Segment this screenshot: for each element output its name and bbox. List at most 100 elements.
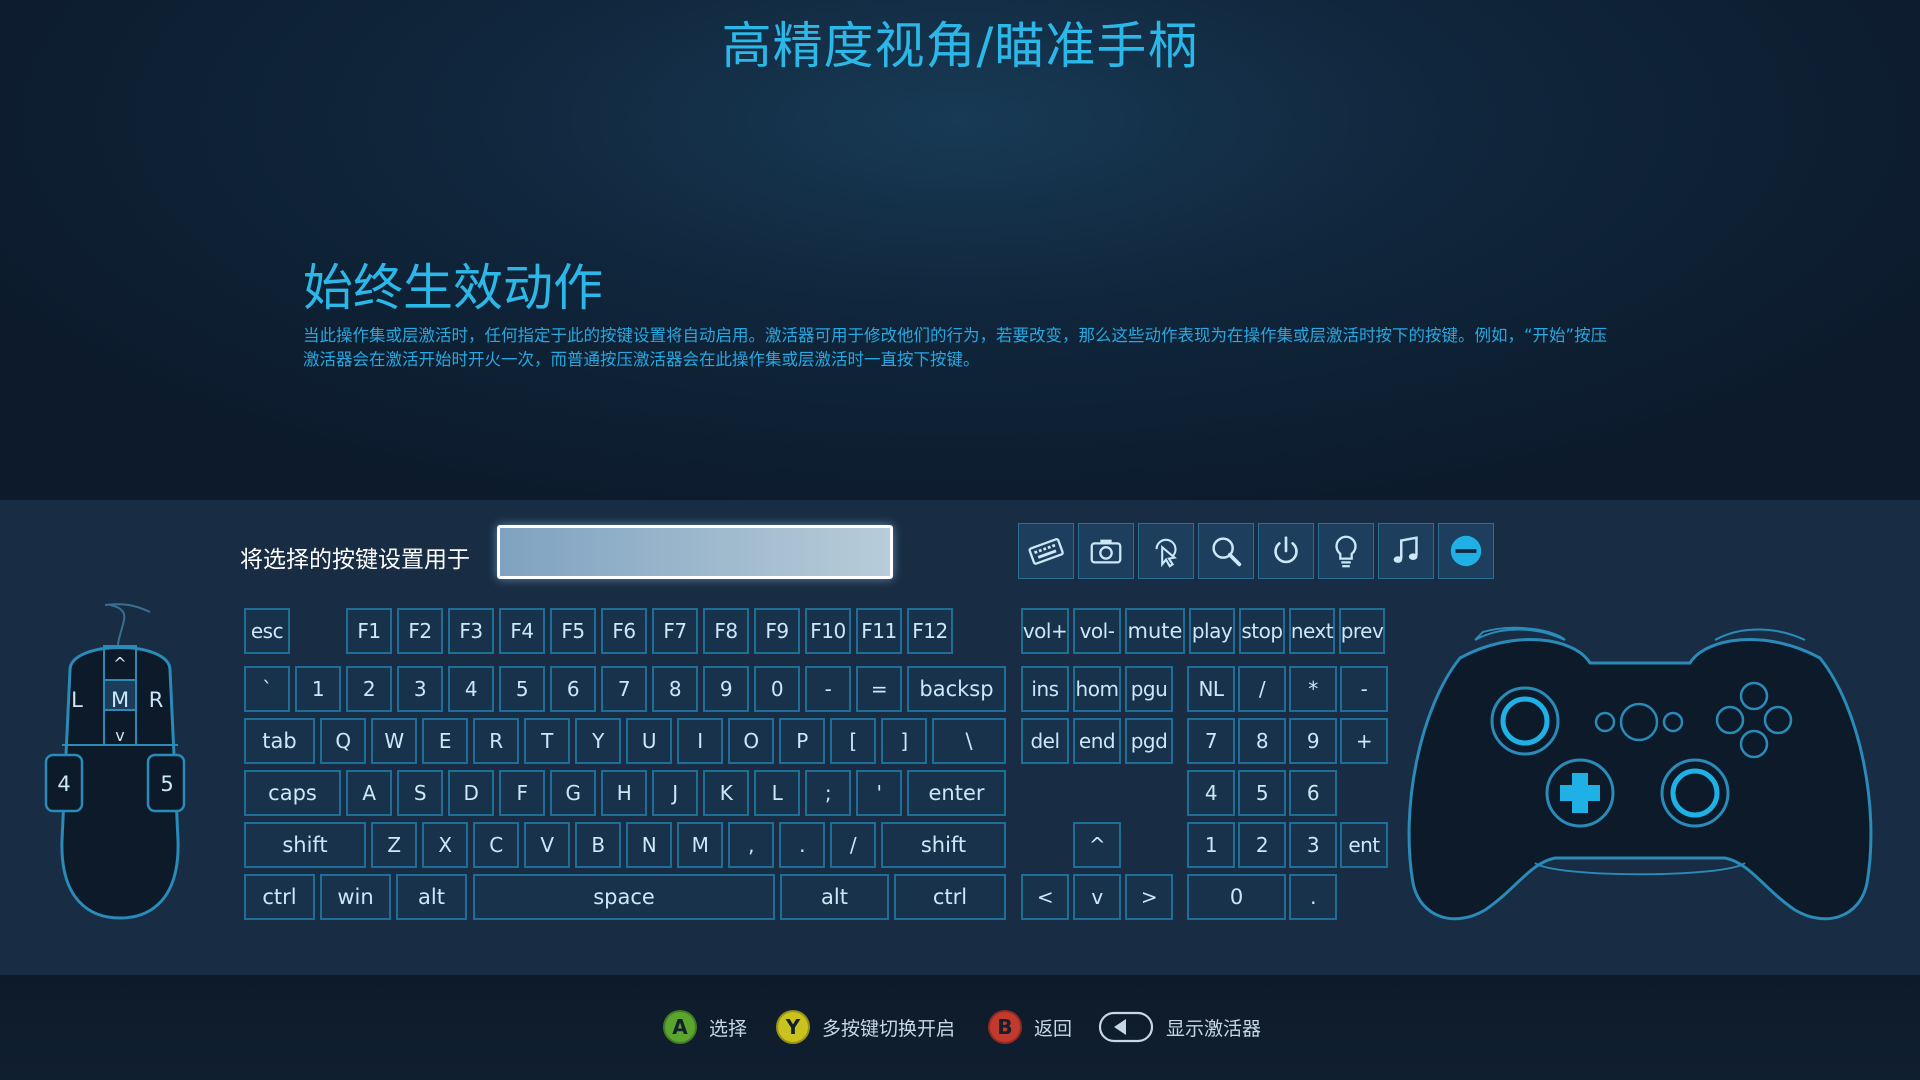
mouse-right-button[interactable]: R — [144, 680, 168, 720]
key-j[interactable]: J — [652, 770, 698, 816]
key-pgdn[interactable]: pgd — [1125, 718, 1173, 764]
key-numlock[interactable]: NL — [1187, 666, 1235, 712]
key-stop[interactable]: stop — [1239, 608, 1285, 654]
key-voldown[interactable]: vol- — [1073, 608, 1121, 654]
key-period[interactable]: . — [779, 822, 825, 868]
key-backsp[interactable]: backsp — [907, 666, 1006, 712]
mouse-wheel-up[interactable]: ^ — [106, 648, 134, 678]
key-k[interactable]: K — [703, 770, 749, 816]
key-home[interactable]: hom — [1073, 666, 1121, 712]
key-f12[interactable]: F12 — [907, 608, 953, 654]
key-del[interactable]: del — [1021, 718, 1069, 764]
key-s[interactable]: S — [397, 770, 443, 816]
key-np3[interactable]: 3 — [1289, 822, 1337, 868]
legend-lb[interactable]: 显示激活器 — [1098, 1009, 1261, 1045]
key-f8[interactable]: F8 — [703, 608, 749, 654]
key-t[interactable]: T — [524, 718, 570, 764]
key-n2[interactable]: 2 — [346, 666, 392, 712]
key-backslash[interactable]: \ — [932, 718, 1006, 764]
key-b[interactable]: B — [575, 822, 621, 868]
mouse-pointer-icon[interactable] — [1138, 523, 1194, 579]
key-n5[interactable]: 5 — [499, 666, 545, 712]
key-space[interactable]: space — [473, 874, 775, 920]
key-np2[interactable]: 2 — [1238, 822, 1286, 868]
key-rbracket[interactable]: ] — [881, 718, 927, 764]
key-np1[interactable]: 1 — [1187, 822, 1235, 868]
key-f5[interactable]: F5 — [550, 608, 596, 654]
key-np4[interactable]: 4 — [1187, 770, 1235, 816]
key-x[interactable]: X — [422, 822, 468, 868]
key-equal[interactable]: = — [856, 666, 902, 712]
key-np6[interactable]: 6 — [1289, 770, 1337, 816]
key-a[interactable]: A — [346, 770, 392, 816]
key-n4[interactable]: 4 — [448, 666, 494, 712]
key-d[interactable]: D — [448, 770, 494, 816]
key-z[interactable]: Z — [371, 822, 417, 868]
keyboard-icon[interactable] — [1018, 523, 1074, 579]
key-n0[interactable]: 0 — [754, 666, 800, 712]
key-caps[interactable]: caps — [244, 770, 341, 816]
key-f9[interactable]: F9 — [754, 608, 800, 654]
key-lshift[interactable]: shift — [244, 822, 366, 868]
key-left[interactable]: < — [1021, 874, 1069, 920]
key-n3[interactable]: 3 — [397, 666, 443, 712]
key-pgup[interactable]: pgu — [1125, 666, 1173, 712]
key-h[interactable]: H — [601, 770, 647, 816]
key-v[interactable]: V — [524, 822, 570, 868]
key-down[interactable]: v — [1073, 874, 1121, 920]
key-l[interactable]: L — [754, 770, 800, 816]
power-icon[interactable] — [1258, 523, 1314, 579]
key-f7[interactable]: F7 — [652, 608, 698, 654]
music-icon[interactable] — [1378, 523, 1434, 579]
key-ins[interactable]: ins — [1021, 666, 1069, 712]
key-end[interactable]: end — [1073, 718, 1121, 764]
key-rctrl[interactable]: ctrl — [894, 874, 1006, 920]
legend-y[interactable]: Y 多按键切换开启 — [776, 1009, 955, 1045]
key-quote[interactable]: ' — [856, 770, 902, 816]
assign-binding-field[interactable] — [497, 525, 893, 579]
key-n6[interactable]: 6 — [550, 666, 596, 712]
legend-a[interactable]: A 选择 — [663, 1009, 747, 1045]
key-r[interactable]: R — [473, 718, 519, 764]
key-enter[interactable]: enter — [907, 770, 1006, 816]
key-f1[interactable]: F1 — [346, 608, 392, 654]
key-o[interactable]: O — [728, 718, 774, 764]
key-lbracket[interactable]: [ — [830, 718, 876, 764]
key-npdot[interactable]: . — [1289, 874, 1337, 920]
key-grave[interactable]: ` — [244, 666, 290, 712]
mouse-button-4[interactable]: 4 — [47, 764, 81, 804]
key-semicolon[interactable]: ; — [805, 770, 851, 816]
key-up[interactable]: ^ — [1073, 822, 1121, 868]
key-tab[interactable]: tab — [244, 718, 315, 764]
key-win[interactable]: win — [320, 874, 391, 920]
key-n1[interactable]: 1 — [295, 666, 341, 712]
key-y[interactable]: Y — [575, 718, 621, 764]
key-f[interactable]: F — [499, 770, 545, 816]
key-right[interactable]: > — [1125, 874, 1173, 920]
key-mute[interactable]: mute — [1125, 608, 1185, 654]
key-lalt[interactable]: alt — [396, 874, 467, 920]
key-np0[interactable]: 0 — [1187, 874, 1286, 920]
key-e[interactable]: E — [422, 718, 468, 764]
mouse-middle-button[interactable]: M — [104, 684, 136, 716]
key-esc[interactable]: esc — [244, 608, 290, 654]
key-f11[interactable]: F11 — [856, 608, 902, 654]
key-q[interactable]: Q — [320, 718, 366, 764]
key-np7[interactable]: 7 — [1187, 718, 1235, 764]
key-minus[interactable]: - — [805, 666, 851, 712]
key-n8[interactable]: 8 — [652, 666, 698, 712]
key-volup[interactable]: vol+ — [1021, 608, 1069, 654]
key-npmul[interactable]: * — [1289, 666, 1337, 712]
key-np8[interactable]: 8 — [1238, 718, 1286, 764]
key-ralt[interactable]: alt — [780, 874, 889, 920]
key-npplus[interactable]: + — [1340, 718, 1388, 764]
key-np5[interactable]: 5 — [1238, 770, 1286, 816]
key-comma[interactable]: , — [728, 822, 774, 868]
key-f10[interactable]: F10 — [805, 608, 851, 654]
key-u[interactable]: U — [626, 718, 672, 764]
key-f2[interactable]: F2 — [397, 608, 443, 654]
minus-circle-icon[interactable] — [1438, 523, 1494, 579]
key-rshift[interactable]: shift — [881, 822, 1006, 868]
key-f6[interactable]: F6 — [601, 608, 647, 654]
mouse-button-5[interactable]: 5 — [150, 764, 184, 804]
